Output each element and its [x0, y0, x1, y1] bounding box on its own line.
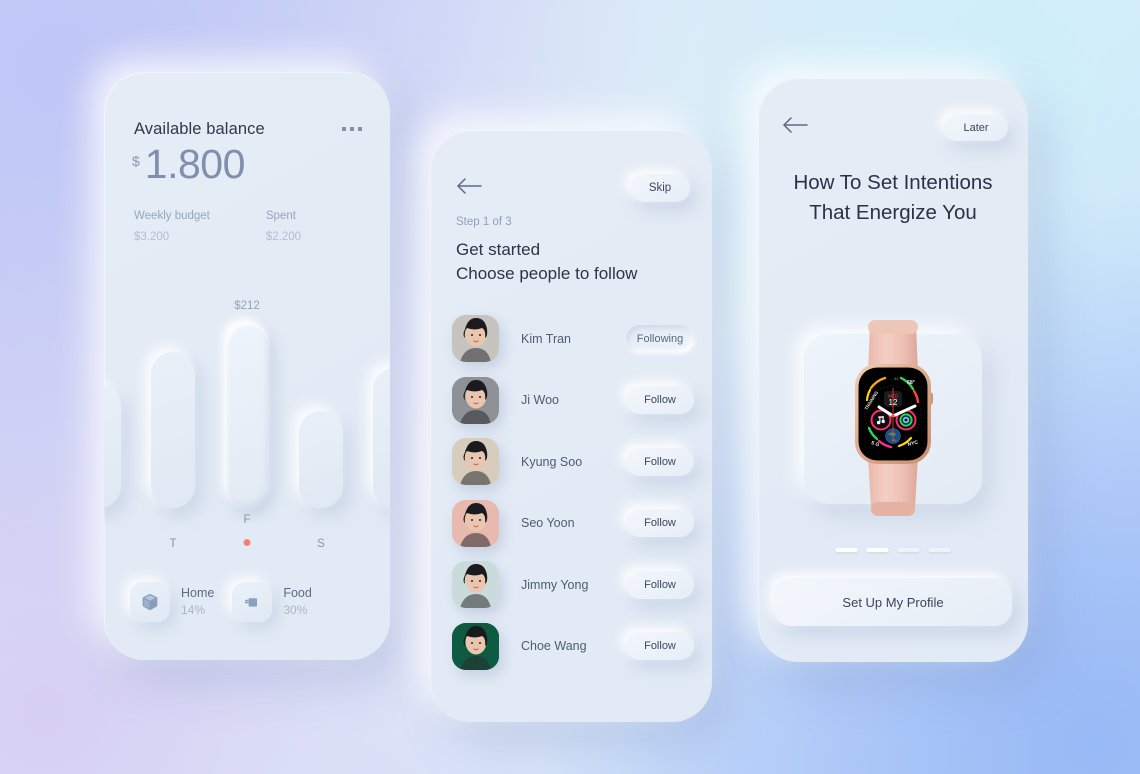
spend-categories: Home 14% Food 30% — [130, 582, 368, 622]
finance-screen: Available balance $ 1.800 Weekly budget … — [104, 72, 390, 660]
currency-symbol: $ — [132, 153, 140, 169]
arrow-left-icon[interactable] — [456, 177, 482, 200]
onboarding-screen: Later How To Set Intentions That Energiz… — [758, 78, 1028, 662]
chart-plot-area: T F $212 S — [104, 300, 390, 550]
later-button[interactable]: Later — [944, 114, 1008, 141]
person-row[interactable]: Ji Woo Follow — [452, 370, 694, 432]
app-canvas: Available balance $ 1.800 Weekly budget … — [0, 0, 1140, 774]
person-row[interactable]: Jimmy Yong Follow — [452, 554, 694, 616]
chart-bar[interactable] — [151, 351, 195, 508]
category-name: Food — [283, 586, 312, 601]
category-percent: 14% — [181, 603, 206, 618]
person-name: Kim Tran — [521, 331, 572, 346]
chart-bar[interactable] — [104, 385, 121, 508]
follow-button[interactable]: Follow — [626, 447, 694, 476]
chart-bar[interactable] — [299, 411, 343, 508]
follow-heading: Get started Choose people to follow — [456, 238, 637, 286]
weekly-spend-bar-chart: T F $212 S — [104, 300, 390, 550]
person-name: Seo Yoon — [521, 516, 575, 531]
chart-active-day-dot — [243, 539, 251, 546]
stat-value: $2.200 — [265, 231, 302, 243]
person-row[interactable]: Kim Tran Following — [452, 308, 694, 370]
follow-button[interactable]: Follow — [626, 509, 694, 538]
follow-button[interactable]: Follow — [626, 570, 694, 599]
stat-label: Weekly budget — [134, 210, 210, 222]
pagination-dash[interactable] — [866, 548, 889, 552]
stat-spent: Spent $2.200 — [266, 210, 301, 243]
step-indicator: Step 1 of 3 — [456, 216, 512, 228]
follow-button[interactable]: Follow — [626, 386, 694, 415]
stat-weekly-budget: Weekly budget $3.200 — [134, 210, 210, 243]
person-row[interactable]: Kyung Soo Follow — [452, 431, 694, 493]
heading-line-1: Get started — [456, 240, 541, 259]
arrow-left-icon[interactable] — [782, 116, 808, 139]
avatar — [452, 561, 499, 609]
chart-axis-label: F — [243, 514, 251, 526]
person-name: Ji Woo — [521, 393, 559, 408]
article-title: How To Set Intentions That Energize You — [793, 171, 993, 224]
avatar — [452, 376, 499, 424]
avatar — [452, 622, 499, 670]
pagination-indicator[interactable] — [835, 548, 951, 552]
pagination-dash[interactable] — [928, 548, 951, 552]
chart-value-label: $212 — [234, 299, 260, 312]
pagination-dash[interactable] — [897, 548, 920, 552]
category-food[interactable]: Food 30% — [232, 582, 312, 622]
chart-bar-active[interactable] — [225, 321, 269, 508]
balance-amount: $ 1.800 — [132, 144, 245, 185]
chart-axis-label: S — [317, 538, 325, 550]
person-name: Choe Wang — [521, 639, 587, 654]
set-up-profile-button[interactable]: Set Up My Profile — [774, 578, 1012, 626]
balance-value: 1.800 — [144, 141, 246, 187]
category-home[interactable]: Home 14% — [130, 582, 214, 622]
budget-stats: Weekly budget $3.200 Spent $2.200 — [134, 210, 301, 243]
svg-text:32: 32 — [894, 376, 899, 381]
follow-topbar: Skip — [456, 174, 690, 202]
avatar — [452, 438, 499, 486]
box-icon — [130, 582, 170, 622]
following-button[interactable]: Following — [626, 324, 694, 353]
chart-axis-label: T — [169, 538, 177, 550]
stat-value: $3.200 — [134, 231, 170, 243]
mug-icon — [232, 582, 273, 622]
onboarding-topbar: Later — [782, 114, 1008, 141]
person-row[interactable]: Seo Yoon Follow — [452, 493, 694, 555]
skip-button[interactable]: Skip — [630, 174, 690, 202]
avatar — [452, 499, 499, 547]
category-percent: 30% — [283, 603, 308, 618]
pagination-dash[interactable] — [835, 548, 858, 552]
page-title: Available balance — [134, 120, 265, 138]
follow-button[interactable]: Follow — [626, 632, 694, 661]
heading-line-2: Choose people to follow — [456, 264, 638, 284]
stat-label: Spent — [265, 210, 296, 222]
svg-text:68°: 68° — [907, 380, 915, 386]
chart-bar[interactable] — [373, 368, 390, 508]
person-name: Jimmy Yong — [521, 577, 589, 592]
more-horizontal-icon[interactable] — [342, 127, 362, 131]
category-name: Home — [181, 586, 215, 601]
apple-watch-image: 68° 32 NYC 5 G WED 12 — [833, 316, 953, 522]
avatar — [452, 315, 499, 363]
finance-header: Available balance — [134, 120, 362, 139]
person-row[interactable]: Choe Wang Follow — [452, 616, 694, 678]
person-name: Kyung Soo — [521, 454, 583, 469]
follow-people-screen: Skip Step 1 of 3 Get started Choose peop… — [430, 130, 712, 722]
people-list: Kim Tran Following Ji Woo Follow Kyung Soo Fo… — [452, 308, 694, 677]
